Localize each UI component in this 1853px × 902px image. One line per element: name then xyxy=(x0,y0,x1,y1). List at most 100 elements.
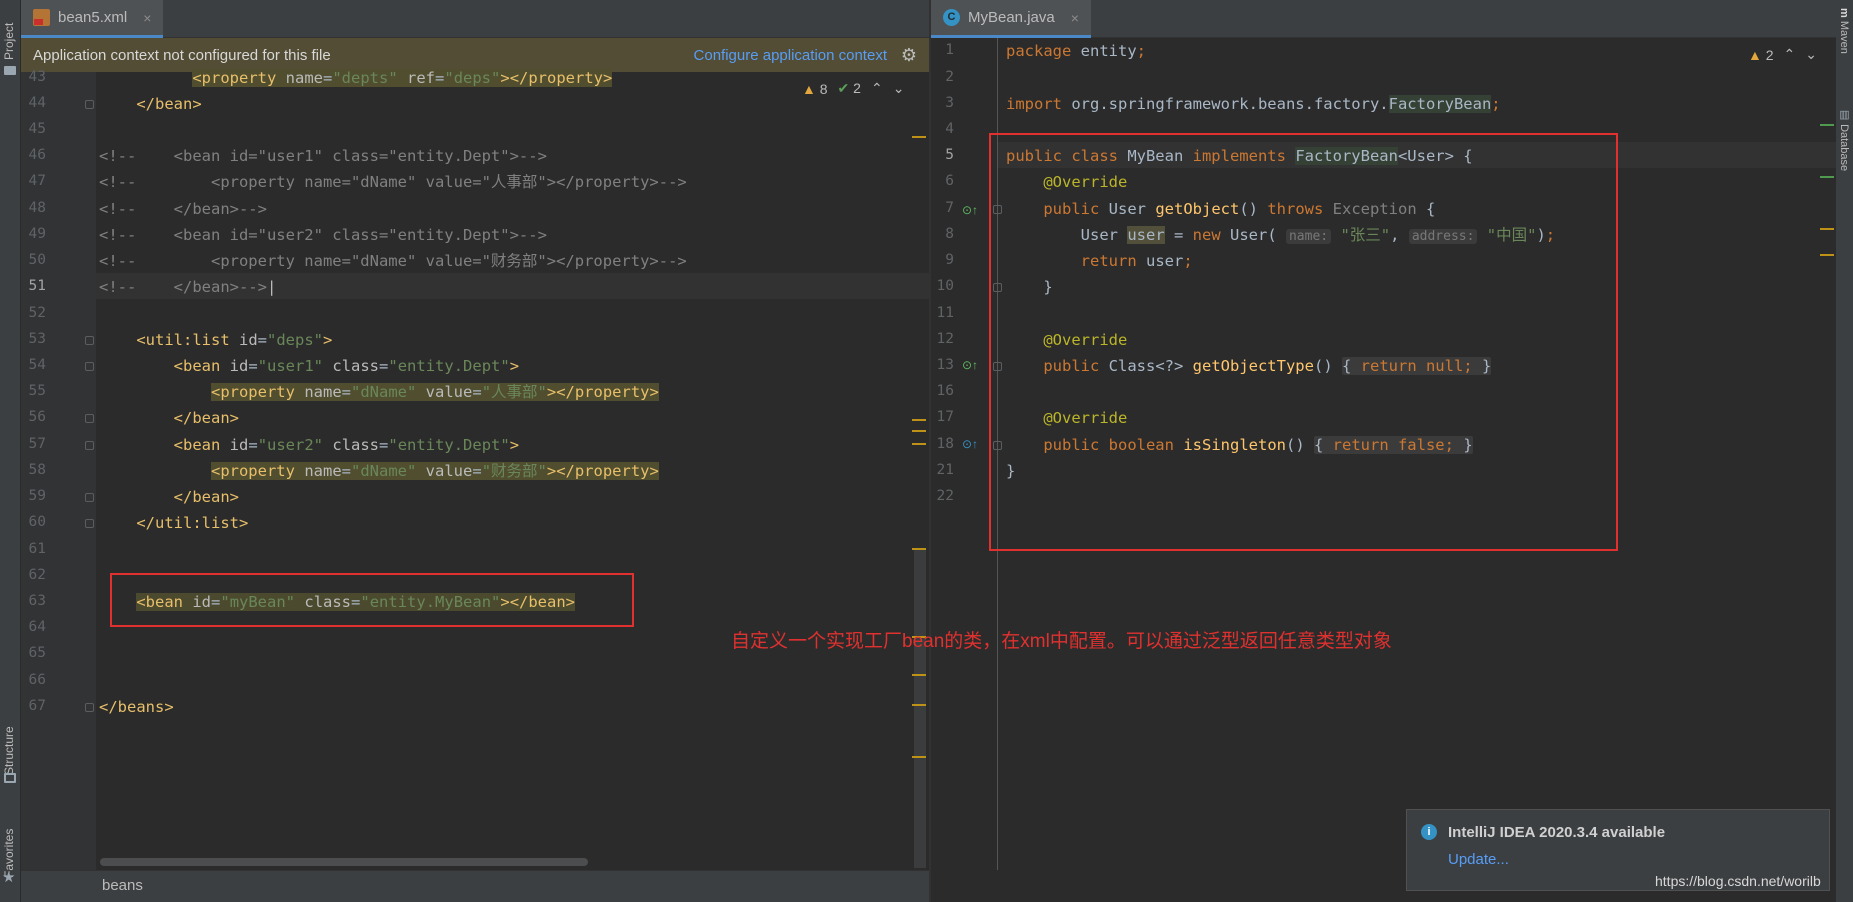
structure-tool-label: Structure xyxy=(2,726,16,775)
line-number: 3 xyxy=(945,95,954,111)
code-line: <property name="dName" value="人事部"></pro… xyxy=(210,383,659,401)
breadcrumb[interactable]: beans xyxy=(102,877,143,894)
code-line: import org.springframework.beans.factory… xyxy=(1006,95,1501,113)
error-stripe-mark xyxy=(1820,254,1834,256)
tab-mybean-java[interactable]: C MyBean.java × xyxy=(931,0,1091,38)
fold-marker-icon[interactable] xyxy=(993,205,1002,214)
fold-marker-icon[interactable] xyxy=(993,283,1002,292)
code-line: </bean> xyxy=(136,95,202,113)
line-number: 64 xyxy=(28,619,46,635)
annotation-text: 自定义一个实现工厂bean的类，在xml中配置。可以通过泛型返回任意类型对象 xyxy=(731,631,1392,652)
right-inspection-widget[interactable]: ▲ 2 ⌃ ⌄ xyxy=(1748,46,1817,63)
code-line: <!-- <property name="dName" value="财务部">… xyxy=(99,252,687,270)
line-number: 12 xyxy=(936,331,954,347)
code-line: <!-- <bean id="user2" class="entity.Dept… xyxy=(99,226,547,244)
line-number: 8 xyxy=(945,226,954,242)
line-number: 4 xyxy=(945,121,954,137)
code-line: <bean id="user1" class="entity.Dept"> xyxy=(173,357,520,375)
line-number: 1 xyxy=(945,42,954,58)
error-stripe-mark xyxy=(912,756,926,758)
fold-marker-icon[interactable] xyxy=(993,362,1002,371)
warning-count: 8 xyxy=(819,80,828,97)
warning-icon: ▲ xyxy=(1748,46,1762,63)
code-line: package entity; xyxy=(1006,42,1146,60)
project-tool-button[interactable]: Project xyxy=(2,6,16,60)
fold-marker-icon[interactable] xyxy=(85,336,94,345)
fold-marker-icon[interactable] xyxy=(85,519,94,528)
close-tab-icon[interactable]: × xyxy=(1071,10,1079,26)
update-link[interactable]: Update... xyxy=(1448,851,1509,868)
override-gutter-icon[interactable]: ⊙↑ xyxy=(962,437,978,451)
fold-marker-icon[interactable] xyxy=(85,493,94,502)
override-gutter-icon[interactable]: ⊙↑ xyxy=(962,203,978,217)
code-line: </bean> xyxy=(173,409,239,427)
line-number: 49 xyxy=(28,226,46,242)
code-line: <!-- </bean>--> xyxy=(99,200,267,218)
fold-marker-icon[interactable] xyxy=(85,414,94,423)
line-number: 51 xyxy=(28,278,46,294)
left-inspection-widget[interactable]: ▲ 8 ✔ 2 ⌃ ⌄ xyxy=(802,80,904,97)
maven-icon: m xyxy=(1838,8,1850,18)
line-number: 46 xyxy=(28,147,46,163)
left-editor-tabbar: bean5.xml × xyxy=(21,0,929,38)
code-line: <property name="dName" value="财务部"></pro… xyxy=(210,462,659,480)
chevron-down-icon[interactable]: ⌄ xyxy=(893,80,905,97)
right-tool-strip: m Maven ▥ Database xyxy=(1836,0,1853,902)
code-line: </bean> xyxy=(173,488,239,506)
configure-context-link[interactable]: Configure application context xyxy=(694,47,887,64)
change-stripe-mark xyxy=(1820,124,1834,126)
line-number: 6 xyxy=(945,173,954,189)
left-vertical-scrollbar[interactable] xyxy=(914,548,926,868)
fold-marker-icon[interactable] xyxy=(85,441,94,450)
maven-tool-button[interactable]: m Maven xyxy=(1838,8,1850,54)
warning-icon: ▲ xyxy=(802,80,816,97)
line-number: 66 xyxy=(28,672,46,688)
tab-bean5-xml[interactable]: bean5.xml × xyxy=(21,0,164,38)
code-line: <!-- <bean id="user1" class="entity.Dept… xyxy=(99,147,547,165)
line-number: 56 xyxy=(28,409,46,425)
warning-count: 2 xyxy=(1765,46,1774,63)
line-number: 62 xyxy=(28,567,46,583)
left-horizontal-scrollbar[interactable] xyxy=(100,858,588,866)
chevron-up-icon[interactable]: ⌃ xyxy=(871,80,883,97)
banner-message: Application context not configured for t… xyxy=(33,46,331,64)
line-number: 67 xyxy=(28,698,46,714)
notification-title: IntelliJ IDEA 2020.3.4 available xyxy=(1448,824,1666,841)
fold-marker-icon[interactable] xyxy=(85,100,94,109)
weak-warning-icon: ✔ xyxy=(837,80,850,96)
fold-marker-icon[interactable] xyxy=(993,441,1002,450)
star-icon: ★ xyxy=(2,869,16,886)
close-tab-icon[interactable]: × xyxy=(143,10,151,26)
maven-tool-label: Maven xyxy=(1838,20,1850,54)
database-tool-button[interactable]: ▥ Database xyxy=(1838,108,1851,171)
line-number: 45 xyxy=(28,121,46,137)
line-number: 55 xyxy=(28,383,46,399)
line-number: 9 xyxy=(945,252,954,268)
fold-marker-icon[interactable] xyxy=(85,703,94,712)
line-number: 10 xyxy=(936,278,954,294)
code-line: <util:list id="deps"> xyxy=(136,331,333,349)
fold-marker-icon[interactable] xyxy=(85,362,94,371)
right-editor-tabbar: C MyBean.java × xyxy=(931,0,1836,38)
code-line: </util:list> xyxy=(136,514,249,532)
error-stripe-mark xyxy=(912,430,926,432)
line-number: 2 xyxy=(945,69,954,85)
chevron-up-icon[interactable]: ⌃ xyxy=(1784,46,1796,63)
line-number: 47 xyxy=(28,173,46,189)
tab-label: bean5.xml xyxy=(58,9,128,26)
error-stripe-mark xyxy=(912,548,926,550)
line-number: 43 xyxy=(28,69,46,85)
line-number: 7 xyxy=(945,200,954,216)
watermark: https://blog.csdn.net/worilb xyxy=(1655,873,1821,889)
line-number: 54 xyxy=(28,357,46,373)
code-line: <!-- <property name="dName" value="人事部">… xyxy=(99,173,687,191)
override-gutter-icon[interactable]: ⊙↑ xyxy=(962,358,978,372)
tab-label: MyBean.java xyxy=(968,9,1055,26)
chevron-down-icon[interactable]: ⌄ xyxy=(1805,46,1817,63)
line-number: 57 xyxy=(28,436,46,452)
line-number: 44 xyxy=(28,95,46,111)
xml-bean-highlight-box xyxy=(110,573,634,627)
line-number: 53 xyxy=(28,331,46,347)
change-stripe-mark xyxy=(1820,176,1834,178)
line-number: 58 xyxy=(28,462,46,478)
